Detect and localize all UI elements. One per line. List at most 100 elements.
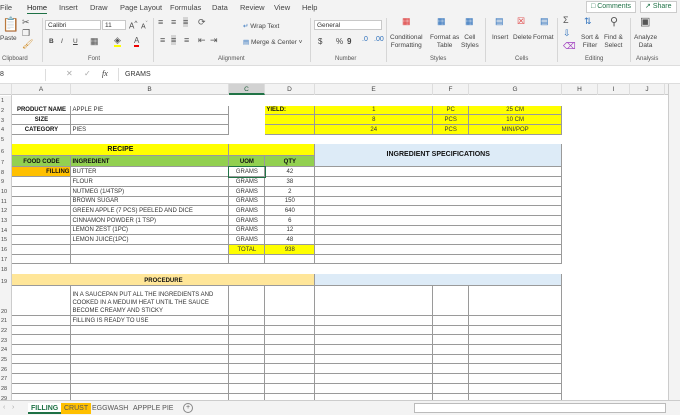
cell[interactable]	[11, 253, 72, 265]
cell[interactable]	[598, 286, 630, 316]
column-header-c[interactable]: C	[229, 84, 265, 95]
yield-unit[interactable]: PCS	[432, 114, 470, 126]
cell[interactable]	[11, 176, 72, 187]
align-top-icon[interactable]: ≡	[158, 17, 163, 27]
row-header[interactable]: 6	[0, 143, 13, 156]
sort-filter-icon[interactable]: ⇅	[584, 16, 592, 27]
cell[interactable]	[629, 215, 664, 225]
cell[interactable]	[314, 353, 434, 365]
yield-qty[interactable]: 1	[314, 104, 434, 116]
cell[interactable]	[562, 254, 598, 264]
cell[interactable]	[468, 382, 563, 394]
row-header[interactable]: 24	[0, 344, 13, 355]
ingredient-name[interactable]: LEMON JUICE(1PC)	[70, 234, 230, 245]
procedure-step[interactable]: FILLING IS READY TO USE	[70, 315, 230, 326]
cell[interactable]	[598, 345, 630, 355]
cell[interactable]	[562, 144, 598, 156]
borders-icon[interactable]: ▦	[90, 36, 99, 47]
cell[interactable]	[314, 234, 563, 245]
cell[interactable]	[11, 382, 72, 394]
cell[interactable]	[314, 214, 563, 226]
cell[interactable]	[228, 253, 266, 265]
qty-cell[interactable]: 150	[264, 195, 316, 207]
cell[interactable]	[11, 205, 72, 216]
cell[interactable]	[11, 392, 72, 400]
row-header[interactable]: 18	[0, 263, 13, 274]
decrease-decimal-icon[interactable]: .00	[374, 36, 384, 43]
format-button[interactable]: Format	[533, 34, 554, 42]
cell[interactable]	[229, 134, 265, 144]
row-header[interactable]: 16	[0, 244, 13, 255]
cell[interactable]	[228, 392, 266, 400]
cell[interactable]	[598, 364, 630, 374]
cell[interactable]	[598, 156, 630, 167]
cell[interactable]	[629, 264, 664, 274]
cell[interactable]	[314, 185, 563, 197]
cell[interactable]	[469, 134, 562, 144]
cell[interactable]	[598, 264, 630, 274]
cell[interactable]	[228, 285, 266, 316]
cancel-icon[interactable]: ✕	[66, 69, 73, 78]
ribbon-tab-page-layout[interactable]: Page Layout	[120, 3, 162, 12]
column-header-i[interactable]: I	[598, 84, 630, 95]
formula-input[interactable]: GRAMS	[118, 68, 678, 81]
row-header[interactable]: 23	[0, 334, 13, 345]
ribbon-tab-draw[interactable]: Draw	[90, 3, 108, 12]
cell[interactable]	[314, 363, 434, 375]
cell[interactable]	[229, 105, 265, 115]
cell[interactable]	[11, 353, 72, 365]
yield-size[interactable]: 10 CM	[468, 114, 563, 126]
cell[interactable]	[70, 344, 230, 355]
cell[interactable]	[629, 96, 664, 106]
cell[interactable]	[598, 374, 630, 384]
cell[interactable]	[629, 177, 664, 187]
cell[interactable]	[598, 383, 630, 393]
row-header[interactable]: 13	[0, 215, 13, 226]
cell[interactable]	[468, 363, 563, 375]
font-size-select[interactable]: 11	[102, 20, 126, 30]
category-label[interactable]: CATEGORY	[11, 124, 72, 135]
cell[interactable]	[228, 382, 266, 394]
insert-button[interactable]: Insert	[492, 34, 508, 42]
cell[interactable]	[629, 354, 664, 364]
yield-qty[interactable]: 8	[314, 114, 434, 126]
sheet-tab-filling[interactable]: FILLING	[28, 403, 62, 414]
cell[interactable]	[598, 235, 630, 245]
cell[interactable]	[629, 393, 664, 400]
cell[interactable]	[629, 254, 664, 264]
underline-button[interactable]: U	[73, 38, 78, 46]
find-select-button[interactable]: Find & Select	[604, 34, 623, 50]
align-right-icon[interactable]: ≡	[184, 35, 189, 45]
cell[interactable]	[562, 325, 598, 335]
cell[interactable]	[228, 373, 266, 384]
delete-cells-icon[interactable]: ☒	[517, 16, 525, 27]
cell[interactable]	[598, 206, 630, 216]
cell[interactable]	[598, 186, 630, 196]
cell[interactable]	[314, 373, 434, 384]
format-as-table-button[interactable]: Format as Table	[430, 34, 459, 50]
yield-unit[interactable]: PCS	[432, 124, 470, 135]
cell[interactable]	[629, 345, 664, 355]
vertical-scrollbar[interactable]	[668, 84, 680, 400]
cell[interactable]	[629, 383, 664, 393]
cell[interactable]	[432, 353, 470, 365]
ingredient-name[interactable]: CINNAMON POWDER (1 TSP)	[70, 214, 230, 226]
cell[interactable]	[70, 253, 230, 265]
sort-filter-button[interactable]: Sort & Filter	[581, 34, 599, 50]
cell[interactable]	[468, 324, 563, 336]
ribbon-tab-review[interactable]: Review	[240, 3, 265, 12]
cell[interactable]	[629, 115, 664, 125]
cell[interactable]	[314, 334, 434, 346]
qty-cell[interactable]: 6	[264, 214, 316, 226]
cell[interactable]	[314, 382, 434, 394]
number-format-select[interactable]: General	[314, 20, 382, 30]
row-header[interactable]: 2	[0, 105, 13, 115]
cell[interactable]	[265, 96, 315, 106]
cell[interactable]	[629, 206, 664, 216]
qty-cell[interactable]: 2	[264, 185, 316, 197]
yield-unit[interactable]: PC	[432, 104, 470, 116]
cell[interactable]	[629, 186, 664, 196]
row-header[interactable]: 22	[0, 325, 13, 335]
select-all-button[interactable]	[0, 84, 12, 95]
italic-button[interactable]: I	[61, 38, 63, 46]
